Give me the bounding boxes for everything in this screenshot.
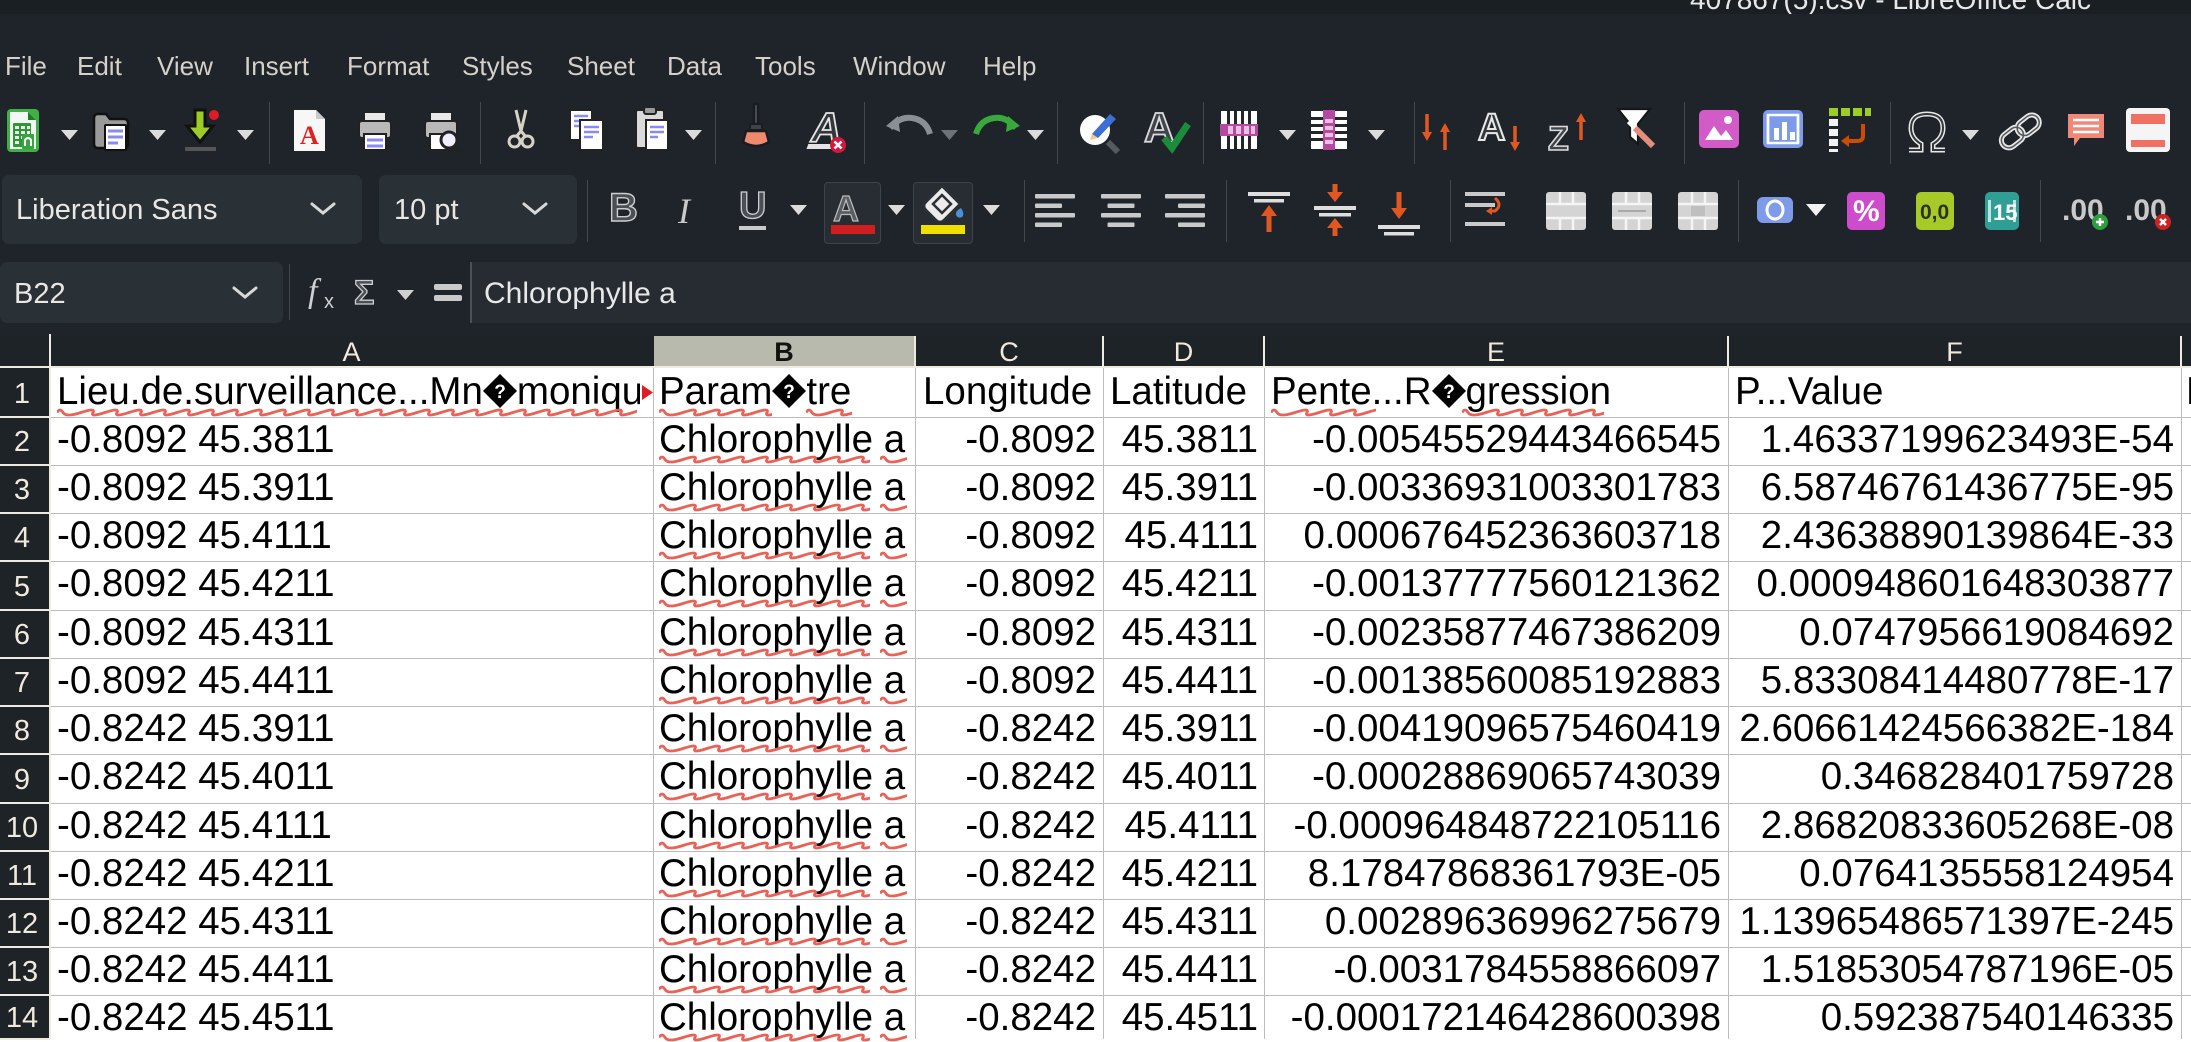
svg-text:0,0: 0,0	[1920, 201, 1949, 224]
svg-text:%: %	[1853, 195, 1880, 228]
svg-text:?: ?	[784, 382, 796, 403]
svg-text:Z: Z	[1548, 120, 1569, 158]
svg-text:A: A	[300, 121, 319, 150]
svg-text:?: ?	[1443, 382, 1455, 403]
svg-text:?: ?	[494, 382, 506, 403]
svg-text:x: x	[324, 291, 334, 313]
svg-text:A: A	[833, 188, 859, 229]
svg-text:f: f	[308, 273, 322, 310]
svg-text:15: 15	[1993, 200, 2017, 225]
svg-text:A: A	[1478, 107, 1505, 149]
